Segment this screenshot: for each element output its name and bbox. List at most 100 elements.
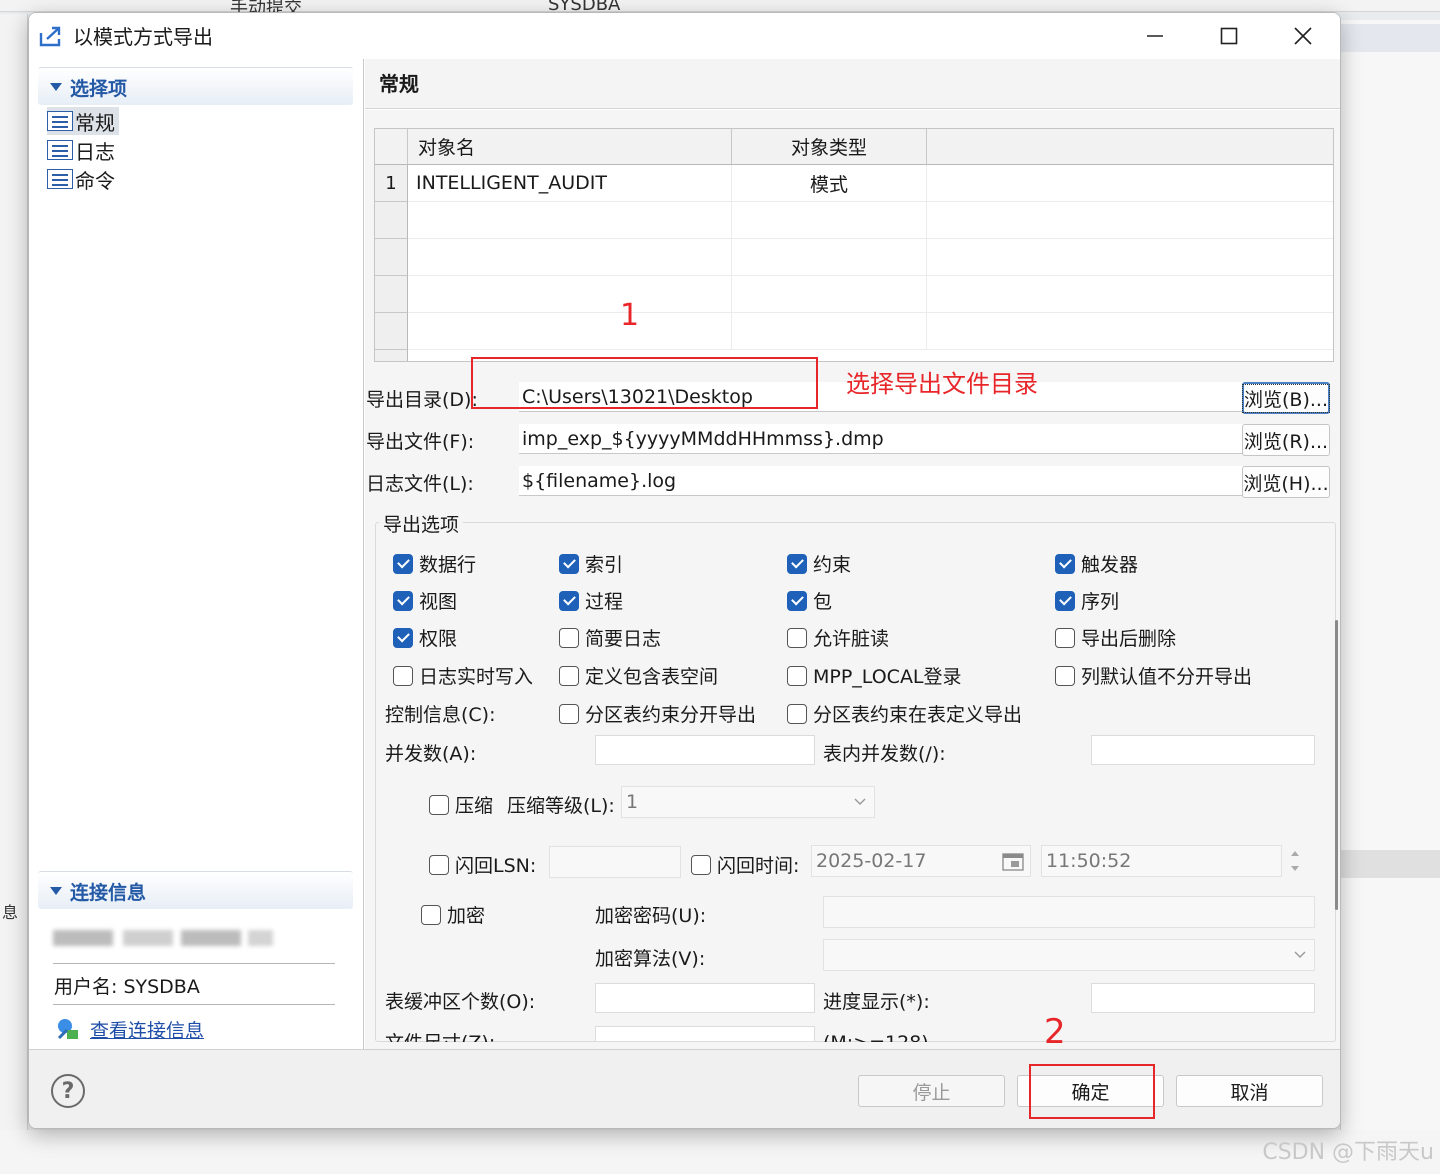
browse-file-button[interactable]: 浏览(R)...: [1242, 424, 1330, 456]
blurred-connection-info: [53, 924, 333, 954]
option-checkbox[interactable]: 简要日志: [559, 624, 661, 651]
option-checkbox[interactable]: 日志实时写入: [393, 662, 533, 689]
table-cell[interactable]: [927, 202, 1333, 239]
compress-checkbox[interactable]: 压缩: [429, 791, 493, 818]
option-checkbox[interactable]: 数据行: [393, 550, 476, 577]
table-cell[interactable]: [408, 202, 732, 239]
option-checkbox[interactable]: 索引: [559, 550, 623, 577]
encrypt-algo-select[interactable]: [823, 939, 1315, 971]
encrypt-checkbox[interactable]: 加密: [421, 901, 485, 928]
browse-log-button[interactable]: 浏览(H)...: [1242, 466, 1330, 498]
column-header-object-type[interactable]: 对象类型: [732, 129, 927, 165]
background-left-panel: 息: [0, 14, 28, 1174]
column-header-object-name[interactable]: 对象名: [408, 129, 732, 165]
flashback-time-input[interactable]: 11:50:52: [1041, 845, 1282, 877]
option-checkbox[interactable]: 权限: [393, 624, 457, 651]
time-spinner-icon[interactable]: [1289, 848, 1301, 874]
export-dir-label: 导出目录(D):: [366, 389, 478, 411]
list-icon: [47, 140, 73, 160]
option-checkbox[interactable]: 视图: [393, 587, 457, 614]
row-number[interactable]: [375, 313, 408, 350]
divider: [53, 963, 335, 964]
background-stripe: [1341, 850, 1440, 878]
checkbox-checked-icon: [559, 590, 579, 611]
option-checkbox[interactable]: 允许脏读: [787, 624, 889, 651]
table-parallel-input[interactable]: [1091, 735, 1315, 765]
partition-in-def-checkbox[interactable]: 分区表约束在表定义导出: [787, 700, 1022, 727]
row-number[interactable]: [375, 202, 408, 239]
annotation-mark-2: 2: [1044, 1012, 1066, 1052]
flashback-lsn-checkbox[interactable]: 闪回LSN:: [429, 851, 536, 878]
table-cell[interactable]: [732, 202, 927, 239]
parallel-label: 并发数(A):: [385, 743, 477, 765]
log-file-input[interactable]: ${filename}.log: [519, 466, 1259, 496]
connection-section-header[interactable]: 连接信息: [38, 871, 353, 909]
browse-dir-button[interactable]: 浏览(B)...: [1242, 382, 1330, 414]
help-icon[interactable]: ?: [51, 1074, 85, 1108]
close-button[interactable]: [1283, 21, 1323, 51]
compress-level-value: 1: [626, 791, 639, 813]
cell-object-name[interactable]: INTELLIGENT_AUDIT: [408, 165, 732, 202]
option-checkbox[interactable]: 定义包含表空间: [559, 662, 718, 689]
cancel-button[interactable]: 取消: [1176, 1075, 1323, 1107]
row-number[interactable]: [375, 276, 408, 313]
select-section-header[interactable]: 选择项: [38, 67, 353, 105]
options-scrollbar[interactable]: [1335, 620, 1338, 910]
row-number[interactable]: [375, 350, 408, 361]
object-table: 对象名 对象类型 1 INTELLIGENT_AUDIT 模式: [374, 128, 1334, 362]
flashback-lsn-input[interactable]: [549, 846, 681, 878]
annotation-box-ok: [1029, 1064, 1155, 1119]
table-cell[interactable]: [927, 165, 1333, 202]
checkbox-box: [691, 854, 711, 875]
side-tab-label[interactable]: 息: [2, 899, 18, 923]
parallel-input[interactable]: [595, 735, 815, 765]
cell-object-type[interactable]: 模式: [732, 165, 927, 202]
option-checkbox[interactable]: 过程: [559, 587, 623, 614]
table-cell[interactable]: [927, 313, 1333, 350]
column-header-empty: [927, 129, 1333, 165]
table-cell[interactable]: [408, 239, 732, 276]
table-cell[interactable]: [408, 313, 732, 350]
stop-button[interactable]: 停止: [858, 1075, 1005, 1107]
row-number[interactable]: 1: [375, 165, 408, 202]
option-checkbox[interactable]: 导出后删除: [1055, 624, 1176, 651]
table-cell[interactable]: [732, 239, 927, 276]
nav-item-general[interactable]: 常规: [47, 107, 119, 135]
nav-item-command[interactable]: 命令: [47, 165, 119, 193]
checkbox-box: [787, 665, 807, 686]
calendar-icon: [1002, 853, 1024, 871]
select-section-label: 选择项: [70, 78, 128, 100]
progress-input[interactable]: [1091, 983, 1315, 1013]
export-file-input[interactable]: imp_exp_${yyyyMMddHHmmss}.dmp: [519, 424, 1259, 454]
checkbox-label: 分区表约束分开导出: [585, 704, 757, 726]
option-checkbox[interactable]: 列默认值不分开导出: [1055, 662, 1252, 689]
table-cell[interactable]: [732, 276, 927, 313]
row-number[interactable]: [375, 239, 408, 276]
encrypt-password-input[interactable]: [823, 896, 1315, 928]
option-checkbox[interactable]: 序列: [1055, 587, 1119, 614]
dialog-titlebar[interactable]: 以模式方式导出: [29, 13, 1340, 59]
nav-item-log[interactable]: 日志: [47, 136, 119, 164]
flashback-date-input[interactable]: 2025-02-17: [811, 845, 1031, 877]
flashback-time-checkbox[interactable]: 闪回时间:: [691, 851, 799, 878]
checkbox-label: 视图: [419, 591, 458, 613]
checkbox-box: [429, 854, 449, 875]
partition-split-checkbox[interactable]: 分区表约束分开导出: [559, 700, 756, 727]
view-connection-link[interactable]: 查看连接信息: [90, 1016, 204, 1043]
option-checkbox[interactable]: 约束: [787, 550, 851, 577]
table-cell[interactable]: [927, 239, 1333, 276]
checkbox-label: 闪回LSN:: [455, 855, 537, 877]
file-size-input[interactable]: [595, 1026, 815, 1042]
minimize-button[interactable]: [1135, 21, 1175, 51]
compress-level-select[interactable]: 1: [621, 786, 875, 818]
buffer-count-input[interactable]: [595, 983, 815, 1013]
table-cell[interactable]: [408, 276, 732, 313]
option-checkbox[interactable]: MPP_LOCAL登录: [787, 662, 962, 689]
table-cell[interactable]: [927, 276, 1333, 313]
option-checkbox[interactable]: 触发器: [1055, 550, 1138, 577]
checkbox-label: 闪回时间:: [717, 855, 800, 877]
option-checkbox[interactable]: 包: [787, 587, 832, 614]
maximize-button[interactable]: [1209, 21, 1249, 51]
close-icon: [1294, 27, 1312, 45]
table-cell[interactable]: [732, 313, 927, 350]
